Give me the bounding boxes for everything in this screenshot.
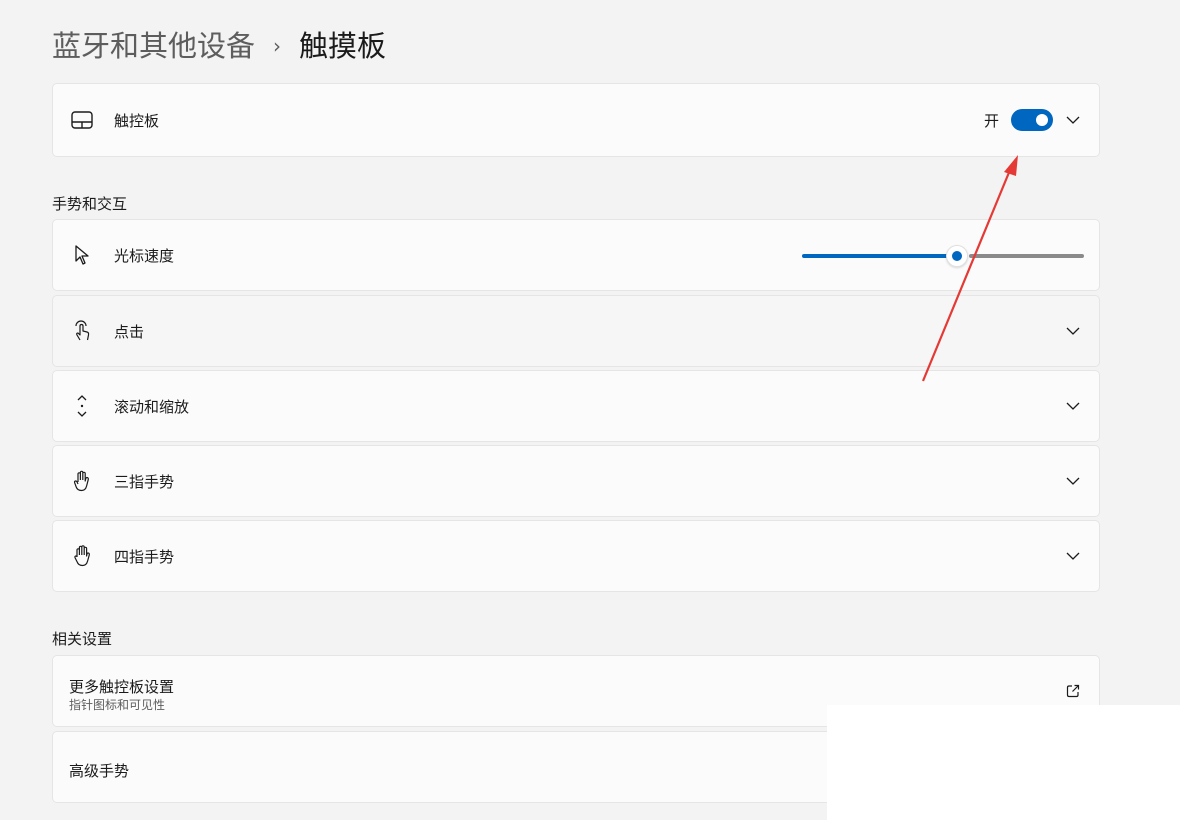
- three-finger-card[interactable]: 三指手势: [52, 445, 1100, 517]
- four-finger-label: 四指手势: [114, 548, 175, 566]
- scroll-zoom-label: 滚动和缩放: [114, 398, 190, 416]
- chevron-down-icon[interactable]: [1063, 110, 1083, 130]
- hand-icon: [71, 470, 93, 492]
- chevron-down-icon[interactable]: [1063, 546, 1083, 566]
- overlay-patch: [827, 705, 1180, 820]
- touchpad-icon: [71, 109, 93, 131]
- cursor-speed-card: 光标速度: [52, 219, 1100, 291]
- scroll-zoom-card[interactable]: 滚动和缩放: [52, 370, 1100, 442]
- slider-thumb[interactable]: [946, 245, 968, 267]
- toggle-state-text: 开: [983, 111, 999, 130]
- cursor-icon: [71, 244, 93, 266]
- cursor-speed-label: 光标速度: [114, 247, 175, 265]
- breadcrumb-parent-link[interactable]: 蓝牙和其他设备: [52, 26, 255, 66]
- toggle-knob: [1036, 114, 1048, 126]
- touchpad-toggle[interactable]: [1011, 109, 1053, 131]
- three-finger-label: 三指手势: [114, 473, 175, 491]
- more-touchpad-settings-title: 更多触控板设置: [69, 678, 175, 696]
- tap-label: 点击: [114, 323, 145, 341]
- cursor-speed-slider[interactable]: [802, 245, 1084, 267]
- more-touchpad-settings-subtitle: 指针图标和可见性: [69, 698, 166, 712]
- page-title: 触摸板: [299, 29, 387, 63]
- touchpad-toggle-group: 开: [984, 109, 1053, 131]
- tap-icon: [71, 320, 93, 342]
- slider-track-fill: [802, 254, 949, 258]
- slider-track-rest: [969, 254, 1084, 258]
- gestures-section-title: 手势和交互: [52, 195, 128, 213]
- hand-icon: [71, 545, 93, 567]
- four-finger-card[interactable]: 四指手势: [52, 520, 1100, 592]
- chevron-down-icon[interactable]: [1063, 321, 1083, 341]
- scroll-icon: [71, 395, 93, 417]
- breadcrumb-separator: ›: [273, 34, 282, 58]
- chevron-down-icon[interactable]: [1063, 471, 1083, 491]
- advanced-gestures-title: 高级手势: [69, 762, 130, 780]
- touchpad-card[interactable]: 触控板 开: [52, 83, 1100, 157]
- external-link-icon[interactable]: [1063, 681, 1083, 701]
- tap-card[interactable]: 点击: [52, 295, 1100, 367]
- settings-page: 蓝牙和其他设备 › 触摸板 触控板 开 手势和交互 光标速度 点击 滚动和缩放 …: [0, 0, 1180, 820]
- touchpad-label: 触控板: [114, 112, 160, 130]
- chevron-down-icon[interactable]: [1063, 396, 1083, 416]
- breadcrumb: 蓝牙和其他设备 › 触摸板: [52, 26, 386, 66]
- related-section-title: 相关设置: [52, 630, 113, 648]
